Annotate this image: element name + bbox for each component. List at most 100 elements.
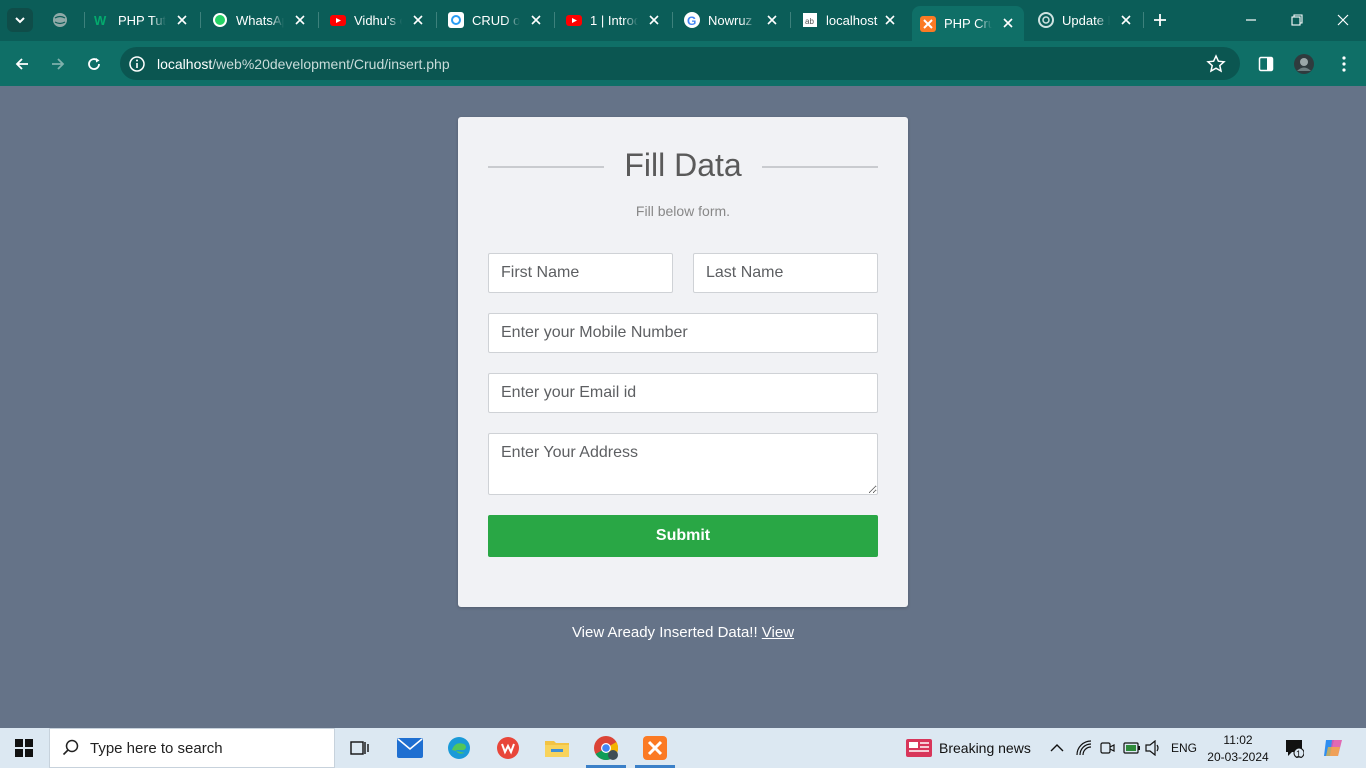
close-icon[interactable] (646, 12, 662, 28)
news-label: Breaking news (939, 740, 1031, 756)
minimize-button[interactable] (1241, 10, 1261, 30)
tab-youtube-vidhu[interactable]: Vidhu's channel (330, 6, 426, 34)
new-tab-button[interactable] (1150, 10, 1170, 30)
start-button[interactable] (0, 728, 48, 768)
chrome-icon (594, 736, 619, 761)
close-icon[interactable] (292, 12, 308, 28)
tab-php-tutorial[interactable]: W PHP Tutorial (94, 6, 190, 34)
clock[interactable]: 11:02 20-03-2024 (1206, 728, 1270, 768)
last-name-input[interactable] (693, 253, 878, 293)
globe-icon (52, 12, 68, 28)
first-name-input[interactable] (488, 253, 673, 293)
clock-time: 11:02 (1223, 732, 1253, 747)
speaker-icon (1145, 740, 1159, 756)
plus-icon (1154, 14, 1166, 26)
reload-button[interactable] (83, 53, 105, 75)
close-icon[interactable] (528, 12, 544, 28)
mobile-input[interactable] (488, 313, 878, 353)
news-icon (906, 739, 932, 757)
tab-title: PHP Tutorial (118, 12, 166, 28)
network-icon-button[interactable] (1076, 728, 1092, 768)
show-hidden-icons-button[interactable] (1050, 728, 1064, 768)
tab-title: localhost (826, 12, 878, 28)
tab-google-nowruz[interactable]: G Nowruz (684, 6, 780, 34)
close-icon[interactable] (1118, 12, 1134, 28)
restore-button[interactable] (1287, 10, 1307, 30)
notifications-button[interactable]: 1 (1284, 728, 1304, 768)
browser-toolbar: localhost/web%20development/Crud/insert.… (0, 41, 1366, 86)
tab-title: WhatsApp (236, 12, 284, 28)
menu-button[interactable] (1333, 53, 1355, 75)
tab-globe[interactable] (52, 6, 74, 34)
close-icon[interactable] (1000, 15, 1016, 31)
tab-title: 1 | Introduction (590, 12, 638, 28)
close-icon[interactable] (410, 12, 426, 28)
email-input[interactable] (488, 373, 878, 413)
xampp-icon (643, 736, 667, 760)
view-link[interactable]: View (762, 624, 794, 641)
bookmark-star-icon[interactable] (1206, 54, 1226, 74)
submit-button[interactable]: Submit (488, 515, 878, 557)
close-window-button[interactable] (1333, 10, 1353, 30)
crud-icon (448, 12, 464, 28)
meet-now-button[interactable] (1099, 728, 1115, 768)
address-textarea[interactable] (488, 433, 878, 495)
form-title: Fill Data (624, 147, 742, 183)
forward-button[interactable] (47, 53, 69, 75)
chrome-app-button[interactable] (582, 728, 630, 768)
tab-php-crud[interactable]: PHP Crud (912, 6, 1024, 41)
xampp-app-button[interactable] (631, 728, 679, 768)
battery-button[interactable] (1123, 728, 1141, 768)
mail-icon (397, 738, 423, 758)
tab-title: Vidhu's channel (354, 12, 402, 28)
browser-tab-strip: W PHP Tutorial WhatsApp Vidhu's channel … (0, 0, 1366, 41)
copilot-button[interactable] (1322, 728, 1344, 768)
search-icon (62, 739, 79, 756)
clock-date: 20-03-2024 (1207, 749, 1269, 764)
side-panel-button[interactable] (1255, 53, 1277, 75)
xampp-icon (920, 15, 936, 32)
address-bar[interactable]: localhost/web%20development/Crud/insert.… (120, 47, 1240, 80)
localhost-icon: ab (802, 12, 818, 28)
restore-icon (1291, 14, 1303, 26)
folder-icon (545, 741, 569, 757)
close-icon[interactable] (764, 12, 780, 28)
form-card: Fill Data Fill below form. Submit (458, 117, 908, 607)
tab-update-form[interactable]: Update Form (1038, 6, 1134, 34)
camera-icon (1100, 742, 1115, 754)
edge-app-button[interactable] (435, 728, 483, 768)
wps-icon (497, 737, 519, 759)
file-explorer-button[interactable] (533, 728, 581, 768)
tab-localhost[interactable]: ab localhost (802, 6, 898, 34)
more-vert-icon (1342, 56, 1346, 72)
taskbar-search[interactable]: Type here to search (49, 728, 335, 768)
url-text: localhost/web%20development/Crud/insert.… (157, 56, 450, 72)
copilot-icon (1324, 740, 1342, 756)
volume-button[interactable] (1145, 728, 1163, 768)
close-icon[interactable] (882, 12, 898, 28)
task-view-button[interactable] (336, 728, 384, 768)
news-widget[interactable]: Breaking news (906, 728, 1031, 768)
whatsapp-icon (212, 12, 228, 28)
wps-app-button[interactable] (484, 728, 532, 768)
tab-whatsapp[interactable]: WhatsApp (212, 6, 308, 34)
youtube-icon (330, 12, 346, 28)
url-host: localhost (157, 56, 213, 72)
wifi-icon (1076, 740, 1092, 756)
tab-title: Update Form (1062, 12, 1110, 28)
tab-search-button[interactable] (7, 8, 33, 32)
language-indicator[interactable]: ENG (1171, 728, 1197, 768)
back-button[interactable] (11, 53, 33, 75)
google-icon: G (684, 12, 700, 28)
close-icon[interactable] (174, 12, 190, 28)
profile-button[interactable] (1293, 53, 1315, 75)
tab-youtube-introduction[interactable]: 1 | Introduction (566, 6, 662, 34)
url-path: /web%20development/Crud/insert.php (212, 56, 450, 72)
svg-text:ab: ab (805, 17, 814, 26)
svg-text:W: W (94, 13, 107, 28)
tab-crud-operations[interactable]: CRUD operations (448, 6, 544, 34)
mail-app-button[interactable] (386, 728, 434, 768)
chevron-up-icon (1050, 744, 1064, 752)
site-info-icon[interactable] (128, 55, 146, 73)
view-data-footer: View Aready Inserted Data!! View (0, 624, 1366, 641)
